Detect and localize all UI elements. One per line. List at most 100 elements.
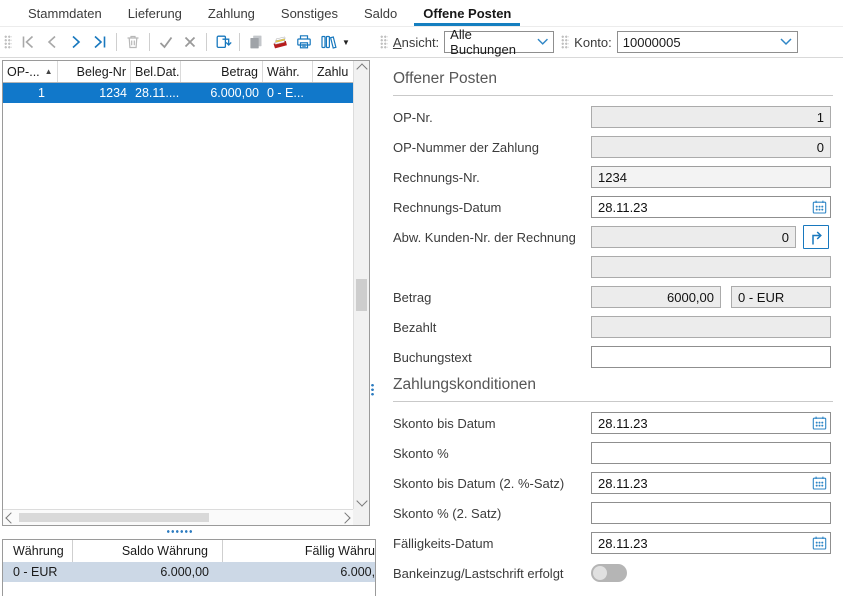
post-button[interactable]	[211, 30, 235, 54]
abw-kunden-name-field	[591, 256, 831, 278]
form-row: Fälligkeits-Datum	[393, 532, 833, 554]
section-title-offener-posten: Offener Posten	[393, 70, 833, 96]
column-header-saldo-waehrung[interactable]: Saldo Währung	[73, 540, 223, 562]
tab-lieferung[interactable]: Lieferung	[115, 0, 195, 26]
horizontal-scrollbar-thumb[interactable]	[19, 513, 209, 522]
skonto-bis-datum-2-calendar-button[interactable]	[809, 474, 829, 492]
toolbar-drag-handle[interactable]	[4, 35, 12, 49]
form-row: Rechnungs-Nr.	[393, 166, 833, 188]
form-row: Skonto % (2. Satz)	[393, 502, 833, 524]
column-header-betrag[interactable]: Betrag	[181, 61, 263, 82]
previous-record-button	[40, 30, 64, 54]
toolbar: ▼ Ansicht: Alle Buchungen Konto: 1000000…	[0, 27, 843, 58]
column-header-beleg-nr[interactable]: Beleg-Nr	[58, 61, 131, 82]
form-row: Abw. Kunden-Nr. der Rechnung	[393, 226, 833, 248]
tab-stammdaten[interactable]: Stammdaten	[15, 0, 115, 26]
chevron-right-icon	[339, 512, 350, 523]
column-header-waehrung[interactable]: Währung	[3, 540, 73, 562]
ansicht-select[interactable]: Alle Buchungen	[444, 31, 554, 53]
copy-button[interactable]	[244, 30, 268, 54]
rechnungs-datum-calendar-button[interactable]	[809, 198, 829, 216]
post-arrow-icon	[215, 34, 232, 50]
abw-kunden-jump-button[interactable]	[803, 225, 829, 249]
skonto-prozent-2-field[interactable]	[591, 502, 831, 524]
calendar-icon	[811, 535, 828, 551]
cell-op-nr: 1	[3, 83, 58, 103]
form-row: Skonto %	[393, 442, 833, 464]
column-header-faellig-waehrung[interactable]: Fällig Währu	[223, 540, 376, 562]
form-row: Rechnungs-Datum	[393, 196, 833, 218]
vertical-scrollbar[interactable]	[353, 61, 369, 509]
skonto-prozent-field[interactable]	[591, 442, 831, 464]
column-header-bel-dat[interactable]: Bel.Dat.	[131, 61, 181, 82]
scroll-right-button[interactable]	[337, 510, 353, 525]
column-header-waehrung[interactable]: Währ.	[263, 61, 313, 82]
column-header-zahlung[interactable]: Zahlu	[313, 61, 353, 82]
last-record-icon	[92, 34, 108, 50]
form-row: OP-Nr.	[393, 106, 833, 128]
bankeinzug-toggle[interactable]	[591, 564, 627, 582]
tab-zahlung[interactable]: Zahlung	[195, 0, 268, 26]
buchungstext-field[interactable]	[591, 346, 831, 368]
table-row-selected[interactable]: 1 1234 28.11.... 6.000,00 0 - E...	[3, 83, 353, 103]
faelligkeits-datum-label: Fälligkeits-Datum	[393, 536, 591, 551]
vertical-scrollbar-thumb[interactable]	[356, 279, 367, 311]
scroll-up-button[interactable]	[354, 61, 369, 77]
vertical-splitter-handle[interactable]	[370, 383, 375, 397]
column-header-label: Zahlu	[317, 65, 348, 79]
bezahlt-label: Bezahlt	[393, 320, 591, 335]
skonto-bis-datum-field[interactable]	[591, 412, 831, 434]
op-nummer-zahlung-label: OP-Nummer der Zahlung	[393, 140, 591, 155]
chevron-down-icon	[537, 38, 548, 46]
konto-combobox[interactable]: 10000005	[617, 31, 798, 53]
form-row: Skonto bis Datum	[393, 412, 833, 434]
tab-sonstiges[interactable]: Sonstiges	[268, 0, 351, 26]
reports-button[interactable]	[316, 30, 340, 54]
cell-betrag: 6.000,00	[181, 83, 263, 103]
toolbar-separator	[116, 33, 117, 51]
ansicht-group-handle[interactable]	[380, 35, 388, 49]
reports-dropdown-caret-icon[interactable]: ▼	[342, 38, 350, 47]
last-record-button[interactable]	[88, 30, 112, 54]
horizontal-scrollbar[interactable]	[3, 509, 353, 525]
column-header-op-nr[interactable]: OP-... ▲	[3, 61, 58, 82]
tab-offene-posten[interactable]: Offene Posten	[410, 0, 524, 26]
copy-icon	[248, 34, 264, 50]
card-file-button[interactable]	[268, 30, 292, 54]
saldo-table: Währung Saldo Währung Fällig Währu 0 - E…	[2, 539, 376, 596]
horizontal-splitter-handle[interactable]	[166, 529, 194, 534]
rechnungs-datum-field[interactable]	[591, 196, 831, 218]
konto-group-handle[interactable]	[561, 35, 569, 49]
confirm-button[interactable]	[154, 30, 178, 54]
column-header-label: OP-...	[7, 65, 40, 79]
checkmark-icon	[158, 34, 174, 50]
cell-beleg-nr: 1234	[58, 83, 131, 103]
cancel-button[interactable]	[178, 30, 202, 54]
toolbar-separator	[206, 33, 207, 51]
printer-icon	[296, 34, 312, 50]
rechnungs-nr-label: Rechnungs-Nr.	[393, 170, 591, 185]
next-record-button[interactable]	[64, 30, 88, 54]
rechnungs-nr-field[interactable]	[591, 166, 831, 188]
faelligkeits-datum-calendar-button[interactable]	[809, 534, 829, 552]
scroll-left-button[interactable]	[3, 510, 19, 525]
faelligkeits-datum-field[interactable]	[591, 532, 831, 554]
scroll-down-button[interactable]	[354, 493, 369, 509]
chevron-down-icon	[780, 38, 792, 46]
next-record-icon	[68, 34, 84, 50]
skonto-bis-datum-calendar-button[interactable]	[809, 414, 829, 432]
print-button[interactable]	[292, 30, 316, 54]
ansicht-selected-value: Alle Buchungen	[450, 27, 537, 57]
saldo-row-selected[interactable]: 0 - EUR 6.000,00 6.000,00	[3, 562, 375, 582]
skonto-bis-datum-2-field[interactable]	[591, 472, 831, 494]
tab-saldo[interactable]: Saldo	[351, 0, 410, 26]
form-row	[393, 256, 833, 278]
skonto-prozent-2-label: Skonto % (2. Satz)	[393, 506, 591, 521]
sort-asc-icon: ▲	[45, 67, 53, 76]
cell-waehrung: 0 - EUR	[3, 562, 73, 582]
open-items-table: OP-... ▲ Beleg-Nr Bel.Dat. Betrag Währ. Z…	[2, 60, 370, 526]
bezahlt-field	[591, 316, 831, 338]
cell-waehrung: 0 - E...	[263, 83, 313, 103]
form-row: OP-Nummer der Zahlung	[393, 136, 833, 158]
buchungstext-label: Buchungstext	[393, 350, 591, 365]
